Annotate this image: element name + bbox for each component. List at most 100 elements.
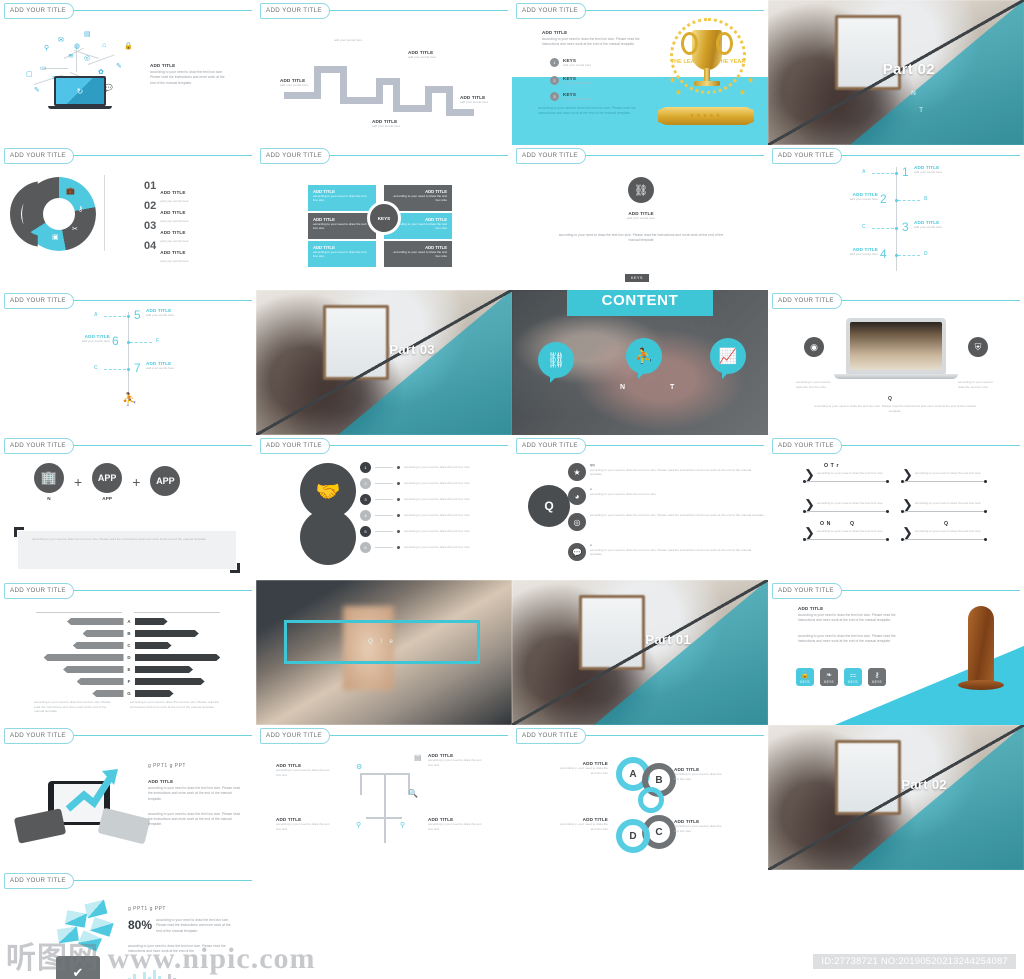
key-tile[interactable]: 🔒 KEYS — [796, 668, 814, 686]
key-tile[interactable]: ❧ KEYS — [820, 668, 838, 686]
list-item: 1 according to your need to draw the tex… — [360, 462, 500, 473]
slide-placeholder — [256, 870, 512, 979]
node-body: according to your need to draw the text … — [560, 766, 608, 775]
list-item: 4 according to your need to draw the tex… — [360, 510, 500, 521]
slide-title: ADD YOUR TITLE — [260, 728, 330, 744]
slide-thumbnail-21[interactable]: ADD YOUR TITLE g PPT1 g PPT ADD TITLE ac… — [0, 725, 256, 870]
envelope-icon — [57, 926, 79, 944]
slide-thumbnail-6[interactable]: ADD YOUR TITLE ADD TITLE according to yo… — [256, 145, 512, 290]
slide-title-bar: ADD YOUR TITLE — [0, 583, 256, 599]
category-label: F — [127, 679, 131, 684]
slide-title: ADD YOUR TITLE — [4, 293, 74, 309]
slide-thumbnail-20[interactable]: ADD YOUR TITLE ADD TITLE according to yo… — [768, 580, 1024, 725]
title-rule — [582, 735, 764, 736]
target-icon[interactable]: ◉ — [804, 337, 824, 357]
key-box[interactable]: ADD TITLE according to your need to draw… — [308, 241, 376, 267]
row-number: 1 — [360, 462, 371, 473]
building-icon: 🏢 — [34, 463, 64, 493]
bar-right — [135, 666, 194, 673]
trophy-cup-icon — [681, 30, 733, 70]
server-icon: ▤ — [84, 31, 91, 38]
people-icon[interactable]: ⛹ — [626, 338, 662, 379]
slide-thumbnail-11[interactable]: CONTENT ⛓ ⛹ 📈 N T — [512, 290, 768, 435]
social-body: according to your need to draw the text … — [590, 513, 765, 517]
slide-thumbnail-22[interactable]: ADD YOUR TITLE ⚙ ⚲ ⚲ 🔍 ▤ ADD TITLE accor… — [256, 725, 512, 870]
social-row: 💬 o according to your need to draw the t… — [568, 543, 762, 561]
slide-thumbnail-16[interactable]: ADD YOUR TITLE O T r O N Q Q ❯ according… — [768, 435, 1024, 580]
slide-thumbnail-7[interactable]: ADD YOUR TITLE ⛓ ADD TITLE add your word… — [512, 145, 768, 290]
cell-body: according to your need to draw the text … — [914, 529, 981, 533]
bar-right — [135, 642, 172, 649]
slide-thumbnail-23[interactable]: ADD YOUR TITLE A B C D ADD TITLE accordi… — [512, 725, 768, 870]
key-item: 1 KEYS add your words here — [550, 58, 591, 68]
slide-title: ADD YOUR TITLE — [516, 728, 586, 744]
timeline-number: 2 — [880, 192, 887, 206]
mini-bar — [153, 970, 156, 979]
chart-icon[interactable]: 📈 — [710, 338, 746, 379]
image-id-badge: ID:27738721 NO:20190520213244254087 — [813, 954, 1016, 969]
slide-thumbnail-25[interactable]: ADD YOUR TITLE ✔ g PPT1 g PPT 80% accord… — [0, 870, 256, 979]
node-circle-d[interactable]: D — [616, 819, 650, 853]
title-rule — [838, 590, 1020, 591]
timeline-number: 3 — [902, 220, 909, 234]
timeline-number: 6 — [112, 334, 119, 348]
slide-thumbnail-24[interactable]: Part 02 — [768, 725, 1024, 870]
hand-right-icon — [97, 807, 151, 845]
slide-thumbnail-18[interactable]: Q l e — [256, 580, 512, 725]
slide-thumbnail-9[interactable]: ADD YOUR TITLE 5 A ADD TITLE add your wo… — [0, 290, 256, 435]
slide-thumbnail-3[interactable]: ADD YOUR TITLE THE LEADER OF THE YEAR ★ … — [512, 0, 768, 145]
key-box[interactable]: ADD TITLE according to your need to draw… — [308, 185, 376, 211]
shield-icon[interactable]: ⛨ — [968, 337, 988, 357]
slide-title: ADD YOUR TITLE — [772, 583, 842, 599]
slide-thumbnail-1[interactable]: ADD YOUR TITLE ✉ ▤ ⌂ 🔒 ◍ ≋ ⚲ ▭ ▢ ✿ ◎ 💬 ✎… — [0, 0, 256, 145]
tree-branch — [366, 817, 402, 819]
slide-title-bar: ADD YOUR TITLE — [0, 728, 256, 744]
slide-thumbnail-5[interactable]: ADD YOUR TITLE 💼 ⚷ ✂ ▣ 01 ADD TITLE add … — [0, 145, 256, 290]
slide-title-bar: ADD YOUR TITLE — [512, 728, 768, 744]
network-diagram: ✉ ▤ ⌂ 🔒 ◍ ≋ ⚲ ▭ ▢ ✿ ◎ 💬 ✎ ✂ ✎ ↻ — [18, 28, 138, 109]
timeline-dot — [127, 368, 130, 371]
people-icon: ⛹ — [122, 392, 137, 406]
timeline-connector — [104, 369, 126, 370]
laptop-base — [834, 374, 958, 379]
slide-thumbnail-19[interactable]: Part 01 — [512, 580, 768, 725]
axis-ticks-right: · · · · · · · · — [134, 605, 212, 614]
key-box[interactable]: ADD TITLE according to your need to draw… — [308, 213, 376, 239]
slide-thumbnail-grid: ADD YOUR TITLE ✉ ▤ ⌂ 🔒 ◍ ≋ ⚲ ▭ ▢ ✿ ◎ 💬 ✎… — [0, 0, 1024, 979]
bar-right — [135, 630, 199, 637]
section-body-2: according to your need to draw the text … — [798, 633, 896, 643]
section-body-1: according to your need to draw the text … — [148, 786, 240, 801]
chevron-cell: ❯ according to your need to draw the tex… — [803, 526, 889, 541]
section-body: according to your need to draw the text … — [542, 37, 640, 47]
slide-thumbnail-8[interactable]: ADD YOUR TITLE 1 A ADD TITLE add your wo… — [768, 145, 1024, 290]
slide-thumbnail-13[interactable]: ADD YOUR TITLE 🏢 N + APP APP + APP accor… — [0, 435, 256, 580]
content-section: CONTENT ⛓ ⛹ 📈 N T — [512, 290, 768, 435]
chess-base — [958, 680, 1004, 690]
key-tile[interactable]: ⚷ KEYS — [868, 668, 886, 686]
key-tile[interactable]: ⚏ KEYS — [844, 668, 862, 686]
slide-thumbnail-17[interactable]: ADD YOUR TITLE · · · · · · · · · · · · ·… — [0, 580, 256, 725]
node-body: according to your need to draw the text … — [276, 768, 330, 777]
slide-title: ADD YOUR TITLE — [260, 148, 330, 164]
slide-thumbnail-14[interactable]: ADD YOUR TITLE 🤝 1 according to your nee… — [256, 435, 512, 580]
timeline-sub: add your words here — [146, 366, 175, 370]
title-rule — [326, 445, 508, 446]
link-icon[interactable]: ⛓ — [538, 342, 574, 383]
slide-title-bar: ADD YOUR TITLE — [256, 3, 512, 19]
title-rule — [582, 10, 764, 11]
key-box[interactable]: ADD TITLE according to your need to draw… — [384, 241, 452, 267]
slide-thumbnail-15[interactable]: ADD YOUR TITLE Q ★ QQ according to your … — [512, 435, 768, 580]
slide-thumbnail-4[interactable]: Part 02 N T — [768, 0, 1024, 145]
slide-thumbnail-2[interactable]: ADD YOUR TITLE ADD TITLE add your words … — [256, 0, 512, 145]
chart-icon: ▤ — [414, 753, 422, 762]
document-icon: ▢ — [26, 71, 33, 78]
slide-thumbnail-12[interactable]: ADD YOUR TITLE ◉ ⛨ according to your nee… — [768, 290, 1024, 435]
item-number: 01 — [144, 180, 157, 192]
pin-icon: ⚲ — [400, 822, 406, 829]
title-rule — [70, 300, 252, 301]
node-body: according to your need to draw the text … — [428, 758, 482, 767]
item-label: ADD TITLE — [160, 230, 186, 235]
kicker: g PPT1 g PPT — [148, 763, 186, 769]
slide-title-bar: ADD YOUR TITLE — [0, 3, 256, 19]
slide-thumbnail-10[interactable]: Part 03 — [256, 290, 512, 435]
